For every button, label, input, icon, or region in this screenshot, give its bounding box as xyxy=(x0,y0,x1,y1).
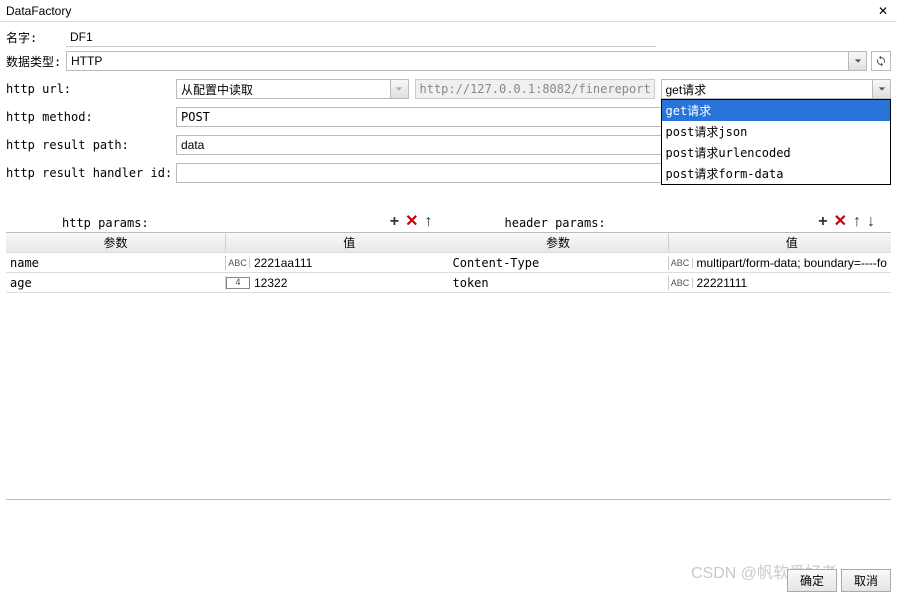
http-delete-icon[interactable]: ✕ xyxy=(405,214,418,230)
dropdown-item-get[interactable]: get请求 xyxy=(662,100,891,121)
http-params-panel: http params: + ✕ ↑ 参数 值 name ABC xyxy=(6,214,449,500)
http-th-param: 参数 xyxy=(6,234,226,251)
http-params-body: name ABC 2221aa111 age 4 12322 xyxy=(6,253,449,499)
header-down-icon[interactable]: ↓ xyxy=(867,214,875,230)
http-th-value: 值 xyxy=(250,234,449,251)
http-up-icon[interactable]: ↑ xyxy=(425,214,433,230)
header-params-panel: header params: + ✕ ↑ ↓ 参数 值 Content-Type xyxy=(449,214,892,500)
http-url-label: http url: xyxy=(6,82,176,96)
ok-button[interactable]: 确定 xyxy=(787,569,837,592)
header-params-body: Content-Type ABC multipart/form-data; bo… xyxy=(449,253,892,499)
name-input[interactable] xyxy=(66,27,656,47)
http-result-handler-label: http result handler id: xyxy=(6,166,176,180)
table-row[interactable]: name ABC 2221aa111 xyxy=(6,253,449,273)
header-delete-icon[interactable]: ✕ xyxy=(834,214,847,230)
name-label: 名字: xyxy=(6,29,66,46)
request-type-dropdown: get请求 post请求json post请求urlencoded post请求… xyxy=(661,99,892,185)
window-title: DataFactory xyxy=(6,4,71,18)
http-method-label: http method: xyxy=(6,110,176,124)
dropdown-item-post-json[interactable]: post请求json xyxy=(662,121,891,142)
header-params-title: header params: xyxy=(505,216,606,230)
url-readonly xyxy=(415,79,655,99)
type-icon[interactable]: ABC xyxy=(669,278,693,288)
table-row[interactable]: age 4 12322 xyxy=(6,273,449,293)
type-icon[interactable]: ABC xyxy=(226,258,250,268)
dropdown-item-post-urlencoded[interactable]: post请求urlencoded xyxy=(662,142,891,163)
http-result-path-label: http result path: xyxy=(6,138,176,152)
type-icon[interactable]: 4 xyxy=(226,277,250,289)
table-row[interactable]: Content-Type ABC multipart/form-data; bo… xyxy=(449,253,892,273)
header-up-icon[interactable]: ↑ xyxy=(853,214,861,230)
cancel-button[interactable]: 取消 xyxy=(841,569,891,592)
request-type-arrow[interactable] xyxy=(872,80,890,98)
header-th-value: 值 xyxy=(693,234,892,251)
request-type-combo[interactable] xyxy=(662,80,873,98)
datatype-combo[interactable] xyxy=(67,52,848,70)
refresh-icon[interactable] xyxy=(871,51,891,71)
header-th-param: 参数 xyxy=(449,234,669,251)
datatype-dropdown-arrow[interactable] xyxy=(848,52,866,70)
table-row[interactable]: token ABC 22221111 xyxy=(449,273,892,293)
datatype-label: 数据类型: xyxy=(6,53,66,70)
url-source-combo[interactable] xyxy=(177,80,390,98)
http-add-icon[interactable]: + xyxy=(390,214,399,230)
titlebar: DataFactory ✕ xyxy=(0,0,897,22)
dropdown-item-post-formdata[interactable]: post请求form-data xyxy=(662,163,891,184)
url-source-arrow[interactable] xyxy=(390,80,408,98)
http-params-title: http params: xyxy=(62,216,149,230)
close-icon[interactable]: ✕ xyxy=(875,3,891,19)
type-icon[interactable]: ABC xyxy=(669,258,693,268)
header-add-icon[interactable]: + xyxy=(818,214,827,230)
